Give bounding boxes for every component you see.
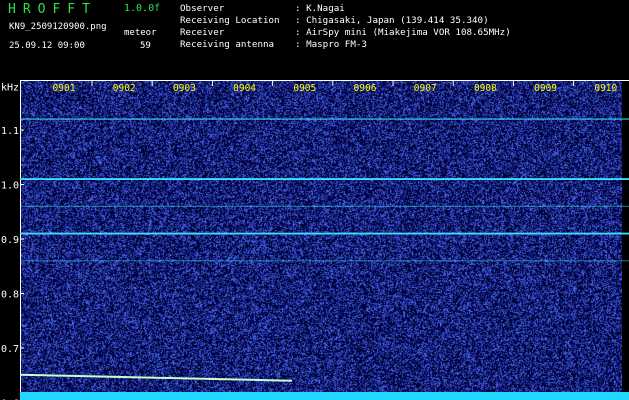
y-tick-label: 0.8	[1, 290, 19, 301]
receiver-row: Receiver: AirSpy mini (Miakejima VOR 108…	[180, 27, 511, 38]
observer-row: Observer: K.Nagai	[180, 3, 345, 14]
antenna-label: Receiving antenna	[180, 39, 275, 50]
time-tick-label: 0907	[414, 83, 437, 94]
bottom-band	[20, 392, 629, 400]
y-tick-label: 1.0	[1, 181, 19, 192]
observer-label: Observer	[180, 3, 225, 14]
time-tick-label: 0909	[534, 83, 557, 94]
time-tick-label: 0901	[53, 83, 76, 94]
drifting-signal-trace	[19, 373, 293, 382]
signal-traces	[19, 118, 629, 395]
location-value: Chigasaki, Japan (139.414 35.340)	[306, 15, 489, 26]
receiver-label: Receiver	[180, 27, 225, 38]
location-row: Receiving Location: Chigasaki, Japan (13…	[180, 15, 489, 26]
scale-label: meteor	[124, 28, 157, 38]
timestamp: 25.09.12 09:00	[9, 41, 85, 51]
time-tick-label: 0908	[474, 83, 497, 94]
time-tick-label: 0902	[113, 83, 136, 94]
y-tick-label: 0.9	[1, 235, 19, 246]
time-tick-label: 0910	[594, 83, 617, 94]
app-title: HROFFT	[8, 2, 97, 17]
app-version: 1.0.0f	[124, 3, 161, 14]
time-axis-ticks: 0901 0902 0903 0904 0905 0906 0907 0908 0909 0910	[53, 80, 618, 94]
header-panel: HROFFT 1.0.0f KN9_2509120900.png 25.09.1…	[0, 0, 629, 80]
y-tick-label: 1.1	[1, 126, 19, 137]
spectrogram-plot: kHz 1.11.00.90.80.70.6 09010902090309040…	[0, 80, 629, 400]
time-tick-label: 0905	[293, 83, 316, 94]
file-name: KN9_2509120900.png	[9, 22, 107, 32]
scale-value: 59	[140, 41, 151, 51]
location-label: Receiving Location	[180, 15, 280, 26]
time-tick-label: 0906	[354, 83, 377, 94]
antenna-row: Receiving antenna: Maspro FM-3	[180, 39, 367, 50]
time-tick-label: 0903	[173, 83, 196, 94]
time-tick-label: 0904	[233, 83, 256, 94]
y-tick-label: 0.7	[1, 344, 19, 355]
antenna-value: Maspro FM-3	[306, 39, 367, 50]
bottom-band-fill	[20, 392, 629, 400]
y-axis-unit-label: kHz	[1, 82, 19, 93]
observer-value: K.Nagai	[306, 3, 345, 14]
receiver-value: AirSpy mini (Miakejima VOR 108.65MHz)	[306, 27, 511, 38]
